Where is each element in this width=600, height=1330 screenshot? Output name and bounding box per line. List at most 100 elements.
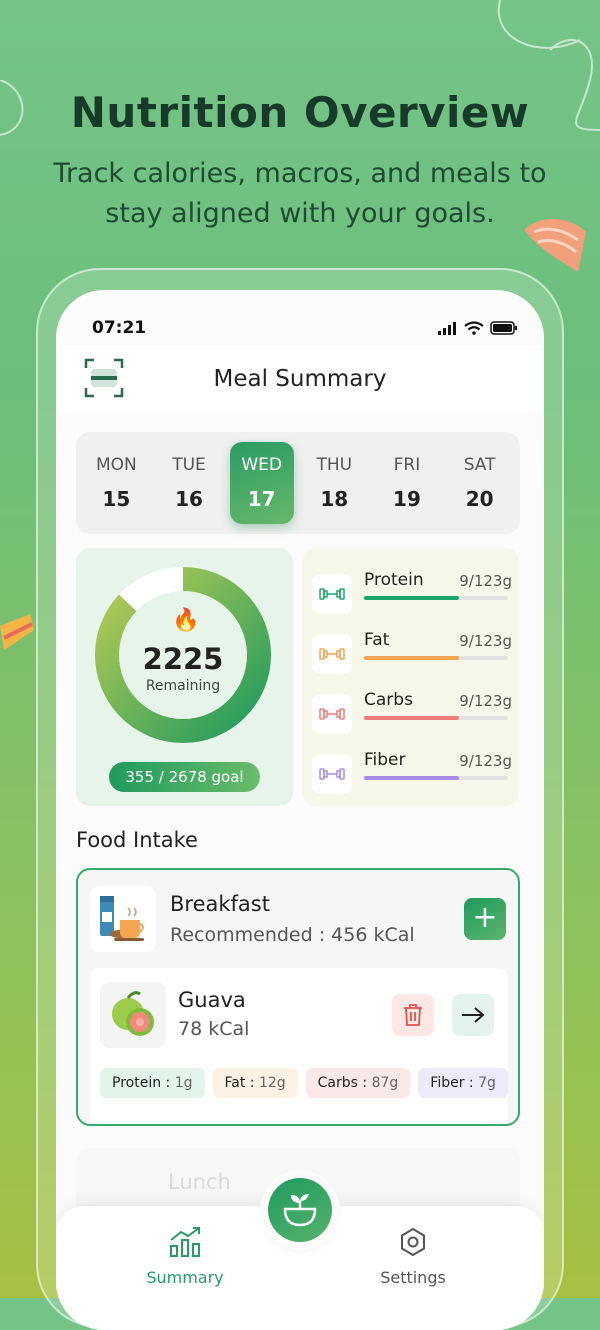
meal-recommended-kcal: Recommended : 456 kCal	[170, 924, 415, 946]
breakfast-illustration	[90, 886, 156, 952]
status-time: 07:21	[92, 318, 147, 338]
signal-icon	[438, 322, 456, 335]
day-name: TUE	[172, 455, 206, 475]
phone-screen: 07:21 Meal Summary MON 15 TUE 16 WED 17 THU…	[56, 290, 544, 1330]
nav-settings[interactable]: Settings	[348, 1226, 478, 1287]
day-date: 20	[465, 487, 494, 511]
dumbbell-icon	[312, 754, 352, 794]
day-name: MON	[95, 455, 137, 475]
macro-name: Fiber	[364, 750, 406, 770]
sandwich-illustration	[0, 614, 34, 650]
chip-fiber: Fiber : 7g	[418, 1068, 508, 1098]
arrow-right-icon	[462, 1007, 485, 1023]
settings-icon	[401, 1227, 425, 1257]
macro-value: 9/123g	[459, 572, 512, 590]
chip-label: Fat :	[224, 1075, 259, 1091]
meal-name: Lunch	[168, 1170, 231, 1194]
macro-protein: Protein 9/123g	[312, 570, 512, 614]
plus-icon: +	[472, 900, 498, 935]
macro-progress-track	[364, 776, 508, 780]
macro-progress-fill	[364, 656, 460, 660]
day-fri[interactable]: FRI 19	[375, 442, 439, 524]
macro-name: Carbs	[364, 690, 413, 710]
scan-button[interactable]	[82, 356, 126, 400]
trash-icon	[404, 1004, 422, 1026]
food-name: Guava	[178, 988, 246, 1012]
center-action-button[interactable]	[268, 1178, 332, 1242]
battery-icon	[490, 321, 517, 335]
macros-card: Protein 9/123g Fat 9/123g Carbs 9/123g F…	[302, 548, 519, 806]
page-title: Meal Summary	[213, 366, 387, 392]
add-food-button[interactable]: +	[464, 898, 506, 940]
nav-label: Settings	[380, 1268, 446, 1287]
hero-title: Nutrition Overview	[70, 88, 530, 137]
macro-value: 9/123g	[459, 752, 512, 770]
plant-bowl-icon	[283, 1194, 317, 1227]
day-name: FRI	[393, 455, 421, 475]
calorie-card: 🔥 2225 Remaining 355 / 2678 goal	[76, 548, 293, 806]
hero-subtitle: Track calories, macros, and meals to sta…	[53, 158, 547, 229]
day-date: 17	[247, 487, 276, 511]
status-icons	[438, 321, 518, 335]
food-intake-title: Food Intake	[76, 828, 198, 852]
app-header: Meal Summary	[56, 346, 544, 412]
chip-value: 1g	[174, 1075, 193, 1091]
dumbbell-icon	[312, 574, 352, 614]
breakfast-card: Breakfast Recommended : 456 kCal + Guava…	[76, 868, 520, 1126]
chip-fat: Fat : 12g	[212, 1068, 298, 1098]
macro-progress-fill	[364, 596, 460, 600]
chip-carbs: Carbs : 87g	[305, 1068, 411, 1098]
macro-name: Fat	[364, 630, 390, 650]
chip-label: Carbs :	[317, 1075, 372, 1091]
day-date: 16	[175, 487, 203, 511]
macro-name: Protein	[364, 570, 424, 590]
macro-value: 9/123g	[459, 632, 512, 650]
day-selector: MON 15 TUE 16 WED 17 THU 18 FRI 19 SAT 20	[76, 432, 520, 534]
chip-label: Protein :	[112, 1075, 175, 1091]
day-name: THU	[316, 455, 353, 475]
chip-value: 7g	[478, 1075, 496, 1091]
day-tue[interactable]: TUE 16	[157, 442, 221, 524]
calories-remaining-label: Remaining	[145, 678, 221, 694]
day-wed-selected[interactable]: WED 17	[229, 442, 294, 524]
open-food-button[interactable]	[452, 994, 494, 1036]
macro-value: 9/123g	[459, 692, 512, 710]
day-date: 15	[102, 487, 131, 511]
nav-label: Summary	[146, 1268, 224, 1287]
macro-fiber: Fiber 9/123g	[312, 750, 512, 794]
macro-progress-fill	[364, 716, 460, 720]
macro-progress-track	[364, 596, 508, 600]
day-name: WED	[241, 455, 282, 475]
chip-label: Fiber :	[430, 1075, 479, 1091]
macro-progress-track	[364, 716, 508, 720]
meal-name: Breakfast	[170, 892, 270, 916]
chip-value: 12g	[258, 1075, 286, 1091]
macro-carbs: Carbs 9/123g	[312, 690, 512, 734]
day-mon[interactable]: MON 15	[84, 442, 148, 524]
chart-icon	[170, 1227, 200, 1257]
macro-progress-fill	[364, 776, 460, 780]
food-item-card[interactable]: Guava 78 kCal Protein : 1g Fat : 12g Car…	[90, 968, 508, 1124]
day-sat[interactable]: SAT 20	[448, 442, 512, 524]
chip-value: 87g	[371, 1075, 399, 1091]
guava-image	[100, 982, 166, 1048]
day-name: SAT	[463, 455, 496, 475]
scan-icon	[84, 358, 124, 398]
macro-fat: Fat 9/123g	[312, 630, 512, 674]
chip-protein: Protein : 1g	[100, 1068, 205, 1098]
food-kcal: 78 kCal	[178, 1018, 250, 1040]
calorie-goal-badge: 355 / 2678 goal	[109, 762, 260, 792]
macro-progress-track	[364, 656, 508, 660]
nav-summary[interactable]: Summary	[120, 1226, 250, 1287]
dumbbell-icon	[312, 694, 352, 734]
day-date: 18	[320, 487, 349, 511]
wifi-icon	[464, 321, 484, 335]
day-thu[interactable]: THU 18	[302, 442, 366, 524]
delete-food-button[interactable]	[392, 994, 434, 1036]
status-bar: 07:21	[92, 318, 518, 338]
fire-icon: 🔥	[172, 608, 200, 633]
day-date: 19	[393, 487, 421, 511]
calories-remaining-value: 2225	[142, 642, 224, 676]
dumbbell-icon	[312, 634, 352, 674]
food-macro-chips: Protein : 1g Fat : 12g Carbs : 87g Fiber…	[100, 1068, 508, 1098]
